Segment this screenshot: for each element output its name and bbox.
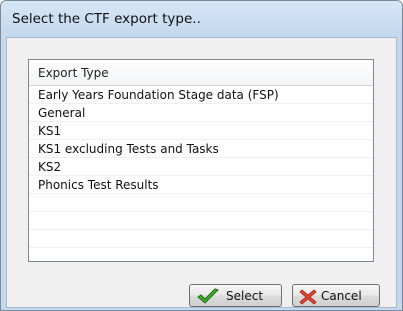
- list-rows: Early Years Foundation Stage data (FSP) …: [29, 86, 373, 248]
- export-type-dialog: Select the CTF export type.. Export Type…: [0, 0, 403, 311]
- list-item[interactable]: Early Years Foundation Stage data (FSP): [29, 86, 373, 104]
- list-item-label: KS1: [38, 124, 62, 138]
- list-item[interactable]: Phonics Test Results: [29, 176, 373, 194]
- export-type-list[interactable]: Export Type Early Years Foundation Stage…: [28, 59, 374, 262]
- select-button-label: Select: [226, 289, 264, 303]
- list-item-empty: [29, 230, 373, 248]
- list-item[interactable]: General: [29, 104, 373, 122]
- dialog-body: Export Type Early Years Foundation Stage…: [6, 37, 397, 308]
- list-item-label: KS1 excluding Tests and Tasks: [38, 142, 219, 156]
- dialog-title: Select the CTF export type..: [12, 11, 201, 27]
- list-item-label: Early Years Foundation Stage data (FSP): [38, 88, 279, 102]
- list-item-label: KS2: [38, 160, 62, 174]
- list-item[interactable]: KS2: [29, 158, 373, 176]
- list-item[interactable]: KS1 excluding Tests and Tasks: [29, 140, 373, 158]
- cancel-button-label: Cancel: [321, 289, 362, 303]
- column-header-export-type[interactable]: Export Type: [29, 60, 373, 86]
- title-bar[interactable]: Select the CTF export type..: [1, 1, 402, 37]
- green-checkmark-icon: [197, 288, 219, 304]
- red-x-icon: [299, 289, 317, 305]
- list-item-label: General: [38, 106, 86, 120]
- select-button[interactable]: Select: [189, 284, 282, 307]
- list-item[interactable]: KS1: [29, 122, 373, 140]
- list-item-empty: [29, 212, 373, 230]
- list-item-empty: [29, 194, 373, 212]
- cancel-button[interactable]: Cancel: [292, 284, 380, 307]
- list-item-label: Phonics Test Results: [38, 178, 159, 192]
- column-header-label: Export Type: [38, 66, 109, 80]
